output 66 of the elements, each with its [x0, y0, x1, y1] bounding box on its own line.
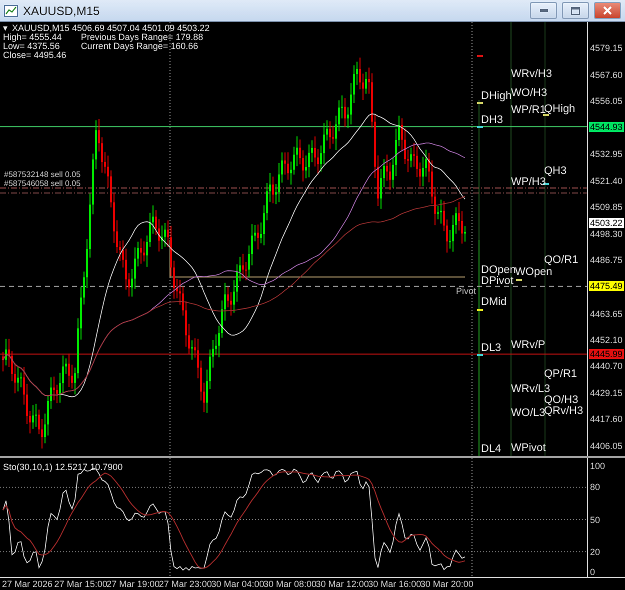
oscillator-scale-label: 20 [590, 546, 600, 557]
price-label: 4463.65 [590, 308, 623, 319]
level-label: QH3 [544, 166, 567, 176]
level-label: WRv/P [511, 340, 546, 350]
level-label: QO/H3 [544, 394, 578, 406]
stat-text: Low= 4375.56 [3, 42, 60, 51]
stat-text: Close= 4495.46 [3, 51, 66, 60]
price-marker: 4503.22 [589, 218, 624, 228]
quote-text: XAUUSD,M15 4506.69 4507.04 4501.09 4503.22 [12, 24, 210, 33]
level-label: WPivot [511, 442, 546, 454]
price-label: 4532.95 [590, 149, 623, 160]
price-label: 4498.30 [590, 228, 623, 239]
level-label: DHigh [481, 90, 512, 102]
pivot-label: Pivot [456, 286, 476, 296]
level-label: DL4 [481, 444, 502, 454]
price-marker: 4544.93 [589, 122, 624, 132]
order-label: #587532148 sell 0.05 [4, 170, 81, 179]
price-marker: 4445.99 [589, 349, 624, 360]
level-label: WO/L3 [511, 408, 546, 418]
price-marker: 4475.49 [589, 281, 624, 292]
price-label: 4417.60 [590, 414, 623, 424]
price-label: 4406.05 [590, 440, 623, 451]
oscillator-scale-label: 50 [590, 514, 600, 524]
level-label: WRv/L3 [511, 384, 550, 394]
price-label: 4452.10 [590, 335, 623, 346]
oscillator-scale-label: 100 [590, 461, 606, 471]
time-label: 27 Mar 19:00 [106, 578, 160, 590]
price-label: 4440.70 [590, 361, 623, 372]
level-label: DH3 [481, 114, 504, 126]
stat-text: High= 4555.44 [3, 33, 62, 42]
time-label: 30 Mar 08:00 [264, 578, 317, 590]
oscillator-scale-label: 0 [590, 567, 596, 577]
collapse-toggle[interactable]: ▾ [3, 24, 8, 33]
level-label: DOpen [481, 264, 516, 276]
price-label: 4521.40 [590, 176, 623, 186]
range-text: Previous Days Range= 179.88 [80, 33, 204, 42]
level-label: DPivot [481, 276, 514, 286]
window-title: XAUUSD,M15 [23, 4, 100, 18]
price-label: 4429.15 [590, 388, 623, 398]
time-label: 30 Mar 04:00 [211, 578, 264, 590]
level-label: DMid [481, 296, 507, 308]
price-label: 4486.75 [590, 255, 623, 266]
level-label: WP/H3 [511, 176, 546, 188]
level-label: DL3 [481, 342, 502, 354]
order-label: #587546058 sell 0.05 [4, 179, 81, 188]
level-label: WO/H3 [511, 88, 548, 98]
level-label: WP/R1 [511, 104, 546, 116]
time-label: 30 Mar 12:00 [316, 578, 369, 590]
level-label: WRv/H3 [511, 68, 552, 80]
oscillator-title: Sto(30,10,1) 12.5217 10.7900 [3, 462, 123, 472]
price-label: 4567.60 [590, 70, 623, 80]
price-label: 4509.85 [590, 202, 623, 212]
oscillator-scale-label: 80 [590, 482, 600, 492]
range-text: Current Days Range= 160.66 [80, 42, 198, 51]
price-label: 4579.15 [590, 43, 623, 53]
level-label: QO/R1 [544, 254, 578, 266]
time-label: 27 Mar 2026 [2, 578, 53, 590]
time-label: 27 Mar 15:00 [54, 578, 108, 590]
level-label: QP/R1 [544, 368, 578, 380]
time-label: 27 Mar 23:00 [158, 578, 212, 590]
time-label: 30 Mar 16:00 [368, 578, 422, 590]
level-label: QHigh [544, 104, 576, 114]
price-label: 4556.05 [590, 96, 623, 106]
level-label: WOpen [515, 266, 552, 278]
level-label: QRv/H3 [544, 406, 584, 416]
time-label: 30 Mar 20:00 [420, 578, 474, 590]
